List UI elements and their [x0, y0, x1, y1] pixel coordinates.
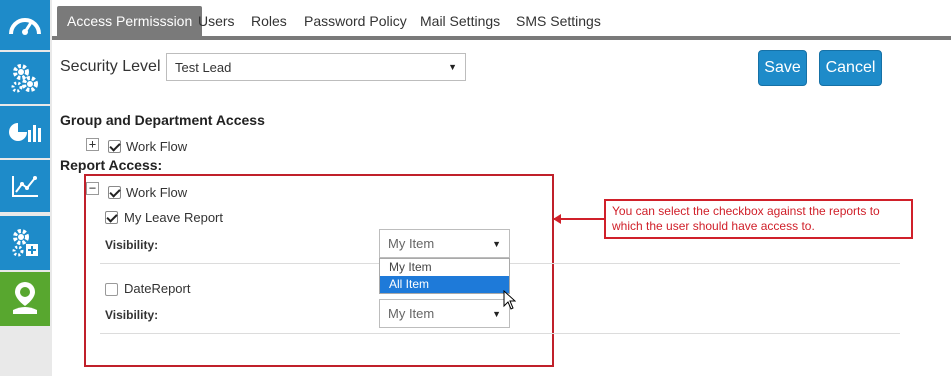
- group-access-heading: Group and Department Access: [60, 112, 265, 128]
- sidebar-item-reports[interactable]: [0, 106, 50, 158]
- pie-bar-chart-icon: [9, 120, 41, 144]
- speedometer-icon: [8, 12, 42, 38]
- app-window: Access Permisssion Users Roles Password …: [0, 0, 951, 376]
- visibility-select[interactable]: My Item ▼: [379, 229, 510, 258]
- mouse-cursor-icon: [503, 289, 517, 315]
- report-workflow-checkbox[interactable]: [108, 186, 121, 199]
- group-workflow-label: Work Flow: [126, 139, 188, 154]
- tab-users[interactable]: Users: [190, 6, 243, 36]
- caret-down-icon: ▼: [492, 238, 501, 249]
- arrow-head-icon: [553, 214, 561, 224]
- dropdown-option[interactable]: My Item: [380, 259, 509, 276]
- date-report-label: DateReport: [124, 281, 191, 296]
- visibility-dropdown-list: My Item All Item: [379, 258, 510, 294]
- collapse-toggle[interactable]: −: [86, 182, 99, 195]
- trend-chart-icon: [10, 173, 40, 199]
- visibility-label: Visibility:: [105, 238, 159, 252]
- divider: [100, 333, 900, 334]
- sidebar-item-user-permissions[interactable]: [0, 272, 50, 326]
- group-workflow-checkbox[interactable]: [108, 140, 121, 153]
- caret-down-icon: ▼: [448, 62, 457, 72]
- gears-plus-icon: [10, 227, 40, 259]
- visibility-select[interactable]: My Item ▼: [379, 299, 510, 328]
- sidebar-item-dashboard[interactable]: [0, 0, 50, 50]
- my-leave-report-label: My Leave Report: [124, 210, 223, 225]
- tab-mail-settings[interactable]: Mail Settings: [412, 6, 508, 36]
- tab-access-permission[interactable]: Access Permisssion: [57, 6, 203, 36]
- report-workflow-label: Work Flow: [126, 185, 188, 200]
- save-button[interactable]: Save: [758, 50, 807, 86]
- visibility-value: My Item: [388, 236, 435, 251]
- visibility-label: Visibility:: [105, 308, 159, 322]
- annotation-callout: You can select the checkbox against the …: [604, 199, 913, 239]
- callout-connector: [554, 218, 604, 220]
- gears-icon: [10, 62, 40, 94]
- tab-roles[interactable]: Roles: [243, 6, 295, 36]
- caret-down-icon: ▼: [492, 308, 501, 319]
- sidebar-item-analytics[interactable]: [0, 160, 50, 212]
- tab-sms-settings[interactable]: SMS Settings: [508, 6, 609, 36]
- cancel-button[interactable]: Cancel: [819, 50, 882, 86]
- tab-password-policy[interactable]: Password Policy: [296, 6, 415, 36]
- sidebar-item-settings[interactable]: [0, 52, 50, 104]
- tab-bar: Access Permisssion Users Roles Password …: [52, 0, 951, 40]
- expand-toggle[interactable]: +: [86, 138, 99, 151]
- sidebar-item-admin[interactable]: [0, 216, 50, 270]
- my-leave-report-checkbox[interactable]: [105, 211, 118, 224]
- security-level-select[interactable]: Test Lead ▼: [166, 53, 466, 81]
- security-level-value: Test Lead: [175, 59, 232, 75]
- user-badge-icon: [10, 280, 40, 318]
- report-access-heading: Report Access:: [60, 157, 163, 173]
- visibility-value: My Item: [388, 306, 435, 321]
- date-report-checkbox[interactable]: [105, 283, 118, 296]
- dropdown-option[interactable]: All Item: [380, 276, 509, 293]
- sidebar: [0, 0, 52, 376]
- security-level-label: Security Level: [60, 58, 161, 75]
